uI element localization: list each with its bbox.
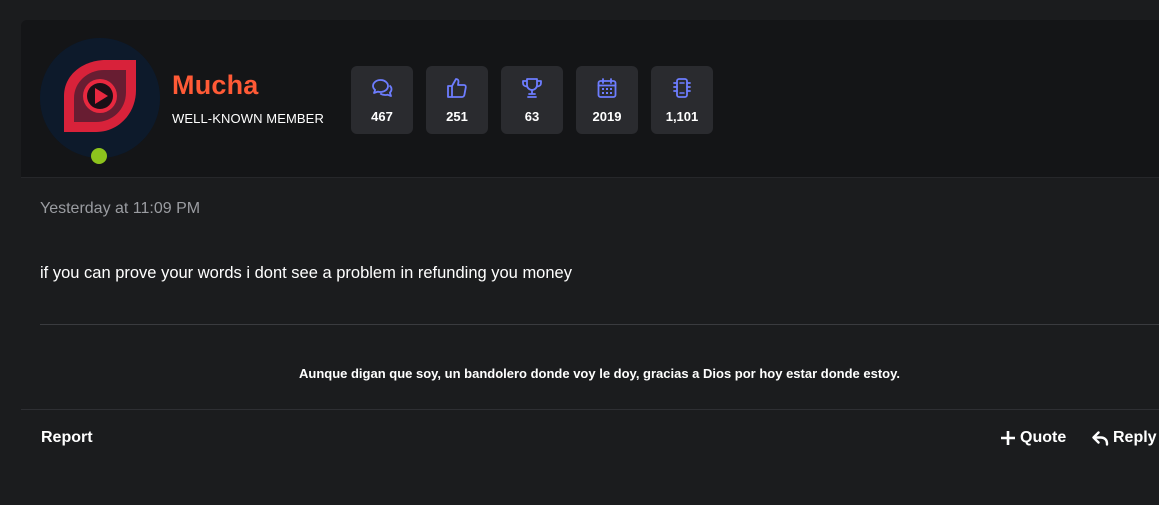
user-signature: Aunque digan que soy, un bandolero donde… — [299, 366, 900, 381]
stat-messages-value: 467 — [371, 109, 393, 124]
stat-joined-value: 2019 — [592, 109, 622, 124]
plus-icon — [1001, 431, 1015, 445]
online-status-dot — [91, 148, 107, 164]
thumbs-up-icon — [447, 78, 467, 98]
reply-label: Reply — [1113, 429, 1157, 446]
user-stats: 467 251 63 2019 1,101 — [351, 66, 713, 134]
stat-trophies-value: 63 — [524, 109, 540, 124]
trophy-icon — [522, 78, 542, 98]
logo-icon — [40, 38, 160, 158]
avatar[interactable] — [40, 38, 160, 164]
stat-reactions[interactable]: 251 — [426, 66, 488, 134]
post: Mucha WELL-KNOWN MEMBER 467 251 63 2019 … — [21, 20, 1159, 505]
avatar-image[interactable] — [40, 38, 160, 158]
calendar-icon — [597, 78, 617, 98]
post-timestamp[interactable]: Yesterday at 11:09 PM — [40, 200, 200, 218]
footer-divider — [21, 409, 1159, 410]
stat-points[interactable]: 1,101 — [651, 66, 713, 134]
quote-label: Quote — [1020, 429, 1067, 446]
username[interactable]: Mucha — [172, 70, 259, 101]
messages-icon — [372, 79, 393, 97]
reply-button[interactable]: Reply — [1092, 429, 1157, 447]
stat-joined[interactable]: 2019 — [576, 66, 638, 134]
chip-icon — [673, 78, 691, 98]
post-message: if you can prove your words i dont see a… — [40, 264, 572, 282]
stat-messages[interactable]: 467 — [351, 66, 413, 134]
stat-reactions-value: 251 — [446, 109, 468, 124]
stat-points-value: 1,101 — [665, 109, 699, 124]
report-button[interactable]: Report — [41, 429, 93, 447]
signature-divider — [40, 324, 1159, 325]
post-header: Mucha WELL-KNOWN MEMBER 467 251 63 2019 … — [21, 20, 1159, 178]
quote-button[interactable]: Quote — [1001, 429, 1066, 447]
reply-arrow-icon — [1092, 430, 1109, 446]
stat-trophies[interactable]: 63 — [501, 66, 563, 134]
user-title: WELL-KNOWN MEMBER — [172, 111, 324, 126]
